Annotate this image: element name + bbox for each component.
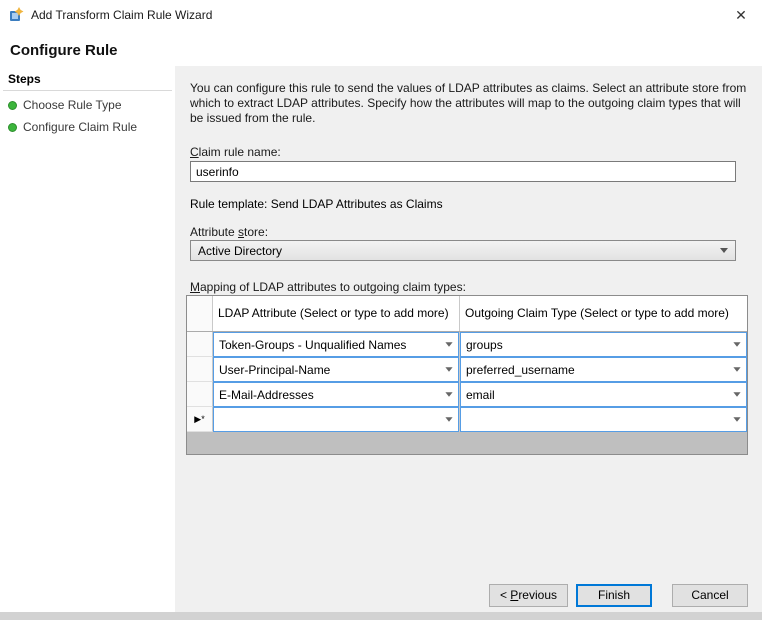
- grid-empty-area: [187, 432, 747, 454]
- table-header-row: LDAP Attribute (Select or type to add mo…: [187, 296, 747, 332]
- previous-button[interactable]: < Previous: [489, 584, 568, 607]
- window-bottom-edge: [0, 612, 762, 620]
- row-selector[interactable]: [187, 382, 213, 407]
- step-label: Configure Claim Rule: [23, 120, 137, 134]
- row-selector[interactable]: [187, 332, 213, 357]
- close-icon[interactable]: ✕: [732, 6, 750, 24]
- cancel-button[interactable]: Cancel: [672, 584, 748, 607]
- titlebar: Add Transform Claim Rule Wizard ✕: [0, 0, 762, 30]
- step-complete-icon: [8, 123, 17, 132]
- step-label: Choose Rule Type: [23, 98, 122, 112]
- outgoing-claim-cell: email: [460, 382, 747, 407]
- outgoing-claim-cell: [460, 407, 747, 432]
- row-selector-header: [187, 296, 213, 331]
- ldap-attribute-column-header: LDAP Attribute (Select or type to add mo…: [213, 296, 460, 331]
- label-accel: M: [190, 280, 200, 294]
- row-selector[interactable]: [187, 357, 213, 382]
- ldap-attribute-value: E-Mail-Addresses: [219, 388, 314, 402]
- outgoing-claim-combo[interactable]: email: [460, 382, 747, 407]
- steps-header: Steps: [8, 72, 41, 86]
- sidebar-item-configure-claim-rule[interactable]: Configure Claim Rule: [8, 119, 137, 135]
- outgoing-claim-value: preferred_username: [466, 363, 575, 377]
- steps-sidebar: Steps Choose Rule Type Configure Claim R…: [0, 66, 175, 612]
- btn-pre: <: [500, 588, 510, 602]
- finish-button[interactable]: Finish: [576, 584, 652, 607]
- dialog-buttons: < Previous Finish Cancel: [489, 584, 748, 607]
- content-panel: You can configure this rule to send the …: [175, 66, 762, 612]
- description-text: You can configure this rule to send the …: [190, 81, 752, 126]
- ldap-attribute-combo[interactable]: E-Mail-Addresses: [213, 382, 459, 407]
- ldap-attribute-combo-empty[interactable]: [213, 407, 459, 432]
- mapping-table: LDAP Attribute (Select or type to add mo…: [186, 295, 748, 455]
- chevron-down-icon: [733, 342, 740, 347]
- step-complete-icon: [8, 101, 17, 110]
- outgoing-claim-combo[interactable]: groups: [460, 332, 747, 357]
- ldap-attribute-combo[interactable]: User-Principal-Name: [213, 357, 459, 382]
- ldap-attribute-cell: [213, 407, 460, 432]
- table-row: Token-Groups - Unqualified Names groups: [187, 332, 747, 357]
- chevron-down-icon: [445, 342, 452, 347]
- page-title: Configure Rule: [10, 42, 118, 59]
- ldap-attribute-cell: User-Principal-Name: [213, 357, 460, 382]
- attribute-store-label: Attribute store:: [190, 225, 268, 239]
- chevron-down-icon: [733, 367, 740, 372]
- outgoing-claim-combo-empty[interactable]: [460, 407, 747, 432]
- ldap-attribute-combo[interactable]: Token-Groups - Unqualified Names: [213, 332, 459, 357]
- chevron-down-icon: [445, 417, 452, 422]
- label-rest: apping of LDAP attributes to outgoing cl…: [200, 280, 466, 294]
- label-rest: laim rule name:: [199, 145, 281, 159]
- mapping-label: Mapping of LDAP attributes to outgoing c…: [190, 280, 466, 294]
- table-row: E-Mail-Addresses email: [187, 382, 747, 407]
- label-pre: Attribute: [190, 225, 238, 239]
- label-rest: tore:: [244, 225, 268, 239]
- ldap-attribute-cell: Token-Groups - Unqualified Names: [213, 332, 460, 357]
- label-accel: C: [190, 145, 199, 159]
- attribute-store-value: Active Directory: [198, 244, 282, 258]
- ldap-attribute-cell: E-Mail-Addresses: [213, 382, 460, 407]
- btn-rest: revious: [518, 588, 557, 602]
- outgoing-claim-cell: groups: [460, 332, 747, 357]
- ldap-attribute-value: User-Principal-Name: [219, 363, 330, 377]
- wizard-icon: [9, 7, 25, 23]
- chevron-down-icon: [445, 392, 452, 397]
- table-new-row: ▶*: [187, 407, 747, 432]
- table-row: User-Principal-Name preferred_username: [187, 357, 747, 382]
- new-row-indicator[interactable]: ▶*: [187, 407, 213, 432]
- chevron-down-icon: [720, 248, 728, 253]
- claim-rule-name-input[interactable]: [190, 161, 736, 182]
- chevron-down-icon: [733, 392, 740, 397]
- outgoing-claim-cell: preferred_username: [460, 357, 747, 382]
- window-title: Add Transform Claim Rule Wizard: [31, 8, 212, 22]
- chevron-down-icon: [445, 367, 452, 372]
- outgoing-claim-column-header: Outgoing Claim Type (Select or type to a…: [460, 296, 747, 331]
- sidebar-item-choose-rule-type[interactable]: Choose Rule Type: [8, 97, 122, 113]
- ldap-attribute-value: Token-Groups - Unqualified Names: [219, 338, 406, 352]
- outgoing-claim-combo[interactable]: preferred_username: [460, 357, 747, 382]
- claim-rule-name-label: Claim rule name:: [190, 145, 281, 159]
- outgoing-claim-value: groups: [466, 338, 503, 352]
- attribute-store-dropdown[interactable]: Active Directory: [190, 240, 736, 261]
- steps-separator: [3, 90, 172, 91]
- rule-template-text: Rule template: Send LDAP Attributes as C…: [190, 197, 443, 211]
- chevron-down-icon: [733, 417, 740, 422]
- outgoing-claim-value: email: [466, 388, 495, 402]
